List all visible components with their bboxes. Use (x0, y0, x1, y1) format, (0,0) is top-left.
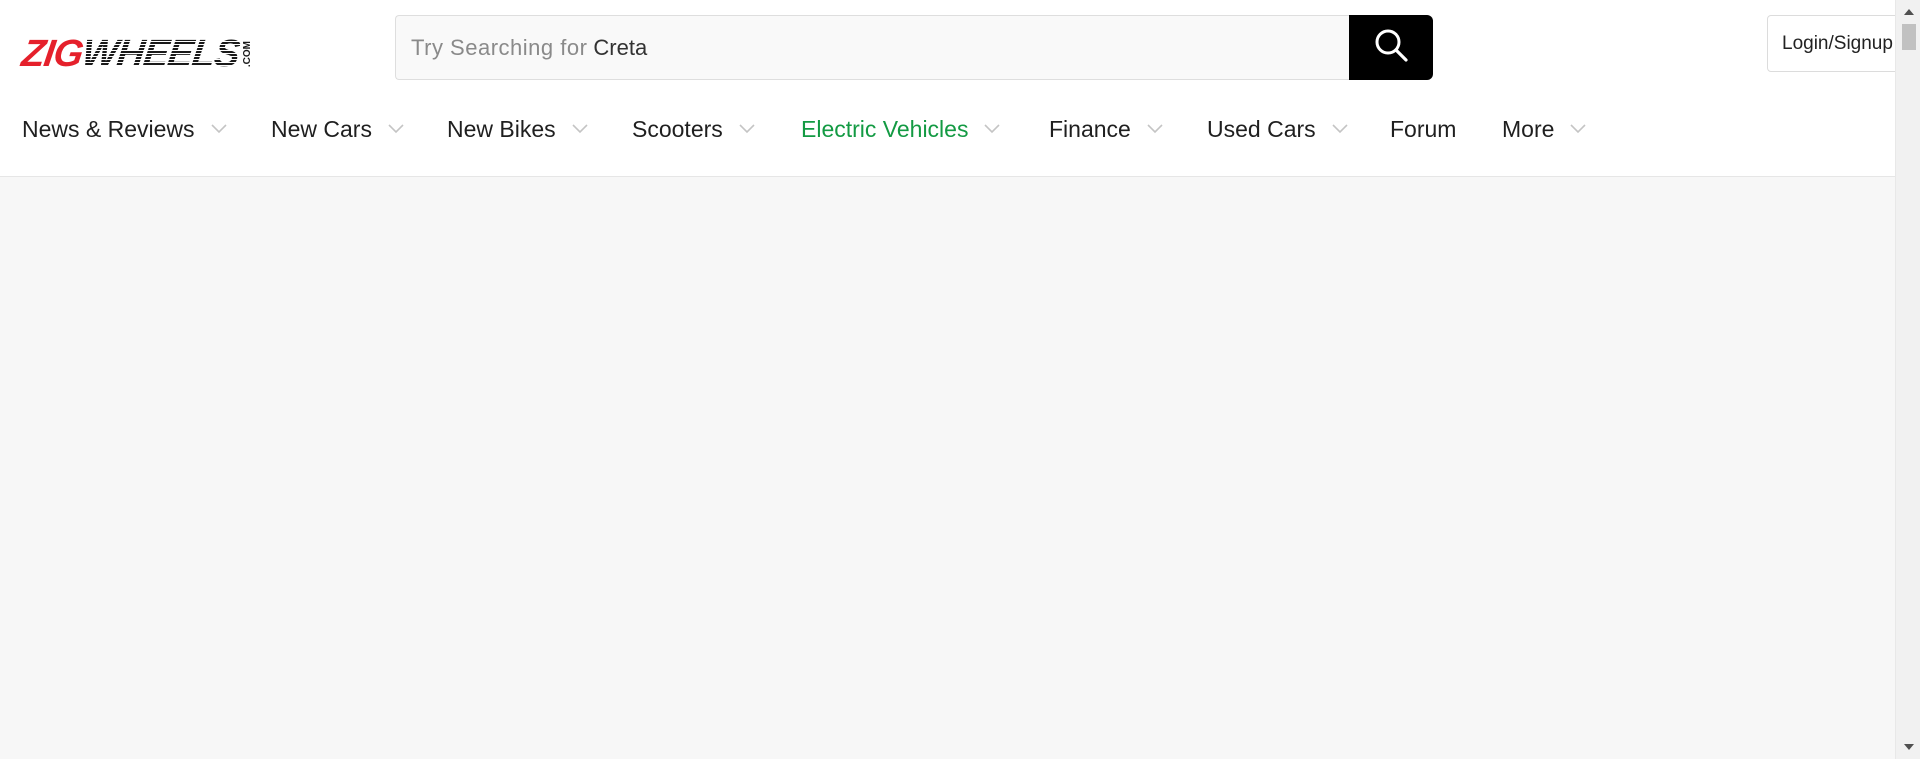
chevron-down-icon (1147, 124, 1163, 134)
nav-item-more[interactable]: More (1502, 104, 1586, 154)
chevron-down-icon (984, 124, 1001, 134)
nav-item-new-bikes[interactable]: New Bikes (447, 104, 588, 154)
chevron-down-icon (210, 124, 227, 134)
nav-item-finance[interactable]: Finance (1049, 104, 1163, 154)
nav-item-label: Electric Vehicles (801, 115, 969, 142)
nav-item-label: New Bikes (447, 115, 556, 142)
nav-item-forum[interactable]: Forum (1390, 104, 1456, 154)
search-button[interactable] (1349, 15, 1433, 80)
chevron-down-icon (572, 124, 588, 134)
nav-item-label: Used Cars (1207, 115, 1316, 142)
vertical-scrollbar[interactable] (1895, 0, 1920, 759)
nav-item-electric-vehicles[interactable]: Electric Vehicles (801, 104, 1001, 154)
search-suggestion-term: Creta (593, 34, 648, 60)
chevron-down-icon (388, 124, 404, 134)
search-placeholder-prefix: Try Searching for (411, 34, 588, 60)
scroll-thumb[interactable] (1902, 24, 1916, 50)
nav-item-label: News & Reviews (22, 115, 195, 142)
login-signup-button[interactable]: Login/Signup (1767, 15, 1907, 72)
chevron-down-icon (1570, 124, 1586, 134)
chevron-down-icon (1332, 124, 1348, 134)
nav-item-label: New Cars (271, 115, 372, 142)
scroll-up-arrow-icon[interactable] (1896, 2, 1920, 22)
nav-item-label: Forum (1390, 115, 1457, 142)
nav-item-label: More (1502, 115, 1555, 142)
zigwheels-logo[interactable]: ZIGWHEELS .COM (19, 33, 302, 75)
nav-item-news-and-reviews[interactable]: News & Reviews (22, 104, 227, 154)
nav-item-used-cars[interactable]: Used Cars (1207, 104, 1348, 154)
search-input[interactable]: Try Searching for Creta (395, 15, 1349, 80)
logo-com: .COM (241, 40, 253, 68)
nav-item-label: Scooters (632, 115, 723, 142)
logo-wordmark: ZIGWHEELS (19, 33, 242, 75)
page: ZIGWHEELS .COM Try Searching for Creta L… (0, 0, 1907, 759)
nav-item-label: Finance (1049, 115, 1131, 142)
search-bar: Try Searching for Creta (395, 15, 1433, 80)
chevron-down-icon (739, 124, 755, 134)
search-icon (1374, 28, 1408, 67)
scroll-down-arrow-icon[interactable] (1896, 737, 1920, 757)
nav-item-new-cars[interactable]: New Cars (271, 104, 404, 154)
main-nav: News & Reviews New Cars New Bikes Scooters E… (0, 104, 1895, 154)
site-header: ZIGWHEELS .COM Try Searching for Creta L… (0, 0, 1907, 177)
nav-item-scooters[interactable]: Scooters (632, 104, 755, 154)
